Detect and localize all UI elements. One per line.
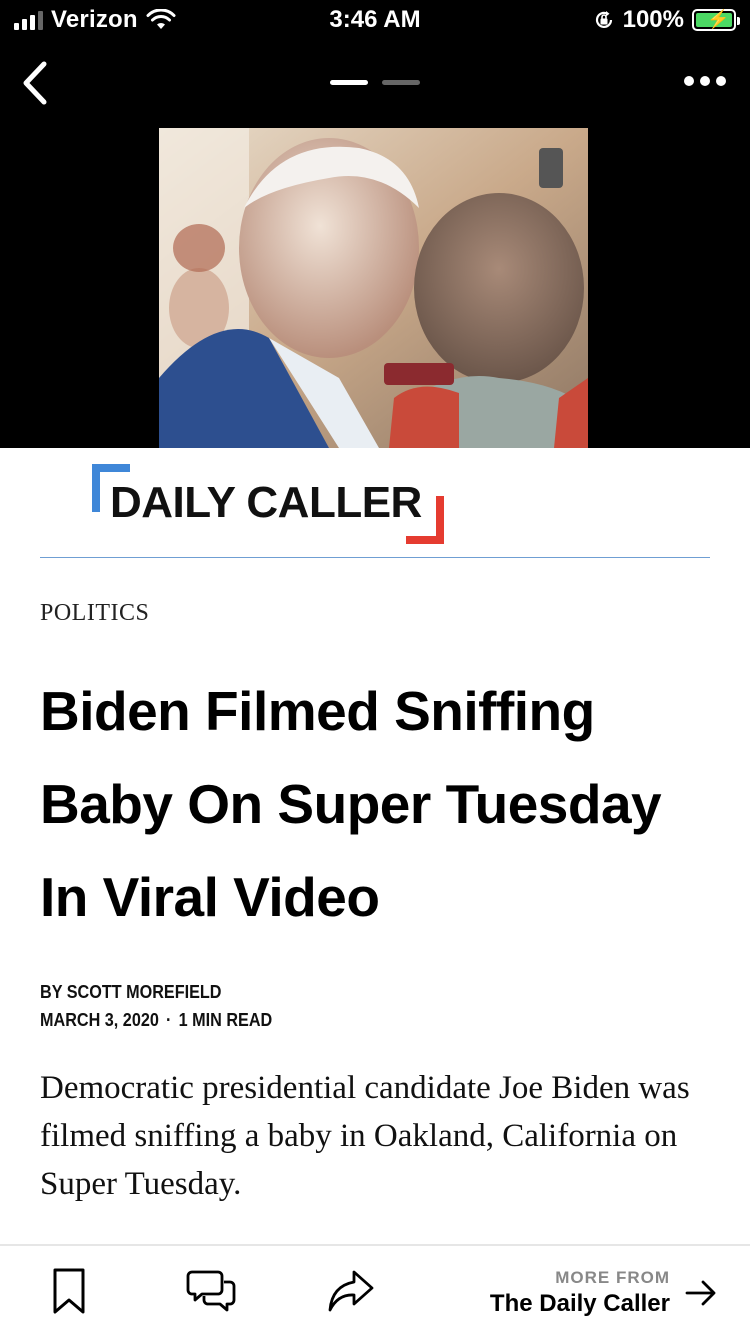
comments-button[interactable] (184, 1264, 238, 1318)
article-headline: Biden Filmed Sniffing Baby On Super Tues… (40, 680, 662, 928)
pager-dot[interactable] (382, 80, 420, 85)
photo-illustration (159, 128, 588, 448)
battery-percent: 100% (622, 6, 684, 33)
arrow-right-icon[interactable] (684, 1278, 718, 1308)
back-button[interactable] (18, 60, 58, 106)
article-category[interactable]: POLITICS (40, 600, 149, 627)
article-summary: Democratic presidential candidate Joe Bi… (40, 1070, 690, 1202)
ellipsis-icon (684, 76, 694, 86)
article-hero-image[interactable] (159, 128, 588, 448)
share-button[interactable] (324, 1264, 378, 1318)
battery-icon: ⚡ (692, 9, 740, 31)
publisher-logo-text: DAILY CALLER (110, 478, 422, 527)
image-pager (330, 80, 420, 85)
bottom-toolbar: MORE FROM The Daily Caller (0, 1244, 750, 1334)
more-from-source-link[interactable]: MORE FROM The Daily Caller (490, 1268, 670, 1318)
logo-bracket-right (406, 496, 444, 544)
bookmark-icon (53, 1268, 85, 1314)
pager-dot-active[interactable] (330, 80, 368, 85)
share-arrow-icon (328, 1270, 374, 1312)
more-from-label: MORE FROM (555, 1268, 670, 1287)
author[interactable]: BY SCOTT MOREFIELD (40, 978, 272, 1006)
article-byline: BY SCOTT MOREFIELD MARCH 3, 2020 · 1 MIN R… (40, 978, 272, 1034)
read-time: 1 MIN READ (178, 1010, 273, 1030)
publish-date: MARCH 3, 2020 (40, 1010, 159, 1030)
orientation-lock-icon (595, 11, 612, 29)
status-bar: Verizon 3:46 AM 100% ⚡ (0, 0, 750, 40)
comments-icon (186, 1270, 236, 1312)
more-options-button[interactable] (684, 76, 726, 86)
header-divider (40, 557, 710, 558)
chevron-left-icon (23, 61, 47, 105)
status-right: 100% ⚡ (593, 6, 740, 34)
date-readtime: MARCH 3, 2020 · 1 MIN READ (40, 1010, 273, 1030)
bookmark-button[interactable] (42, 1264, 96, 1318)
more-from-source-name: The Daily Caller (489, 1290, 670, 1317)
publisher-logo: DAILY CALLER (92, 464, 444, 544)
